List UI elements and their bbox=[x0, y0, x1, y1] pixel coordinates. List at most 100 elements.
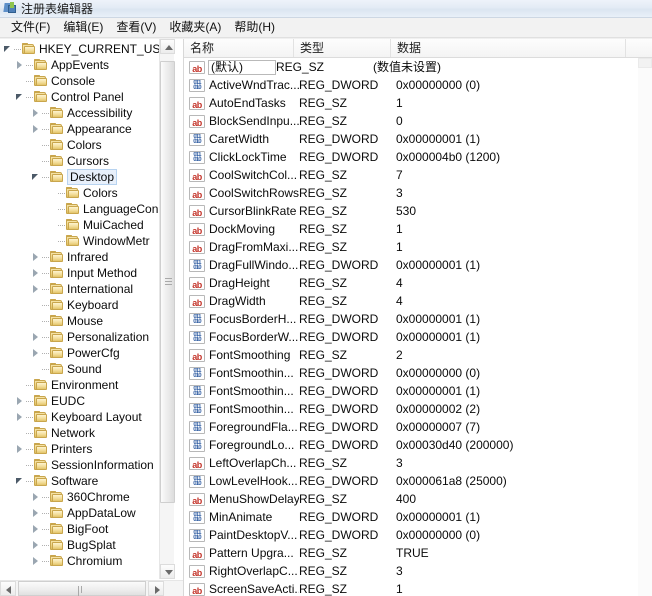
tree-item-languagecon[interactable]: LanguageCon bbox=[0, 201, 168, 217]
value-row[interactable]: 011 010 FocusBorderW... REG_DWORD 0x00000001… bbox=[184, 328, 652, 346]
tree-item-appdatalow[interactable]: AppDataLow bbox=[0, 505, 168, 521]
tree-item-sessioninformation[interactable]: SessionInformation bbox=[0, 457, 168, 473]
value-row[interactable]: ab ScreenSaveActi... REG_SZ 1 bbox=[184, 580, 652, 596]
value-row[interactable]: 011 010 FontSmoothin... REG_DWORD 0x00000002… bbox=[184, 400, 652, 418]
value-row[interactable]: 011 010 FontSmoothin... REG_DWORD 0x00000000… bbox=[184, 364, 652, 382]
value-row[interactable]: ab RightOverlapC... REG_SZ 3 bbox=[184, 562, 652, 580]
expand-triangle-icon[interactable] bbox=[30, 105, 42, 121]
collapse-triangle-icon[interactable] bbox=[14, 89, 26, 105]
tree-item-chromium[interactable]: Chromium bbox=[0, 553, 168, 569]
menu-file[interactable]: 文件(F) bbox=[6, 19, 58, 36]
expand-triangle-icon[interactable] bbox=[30, 281, 42, 297]
tree-item-360chrome[interactable]: 360Chrome bbox=[0, 489, 168, 505]
expand-triangle-icon[interactable] bbox=[30, 537, 42, 553]
values-list[interactable]: ab (默认) REG_SZ (数值未设置) 011 010 ActiveWndTrac..… bbox=[184, 58, 652, 596]
column-header-data[interactable]: 数据 bbox=[391, 39, 626, 57]
tree-item-software[interactable]: Software bbox=[0, 473, 168, 489]
value-row[interactable]: 011 010 FontSmoothin... REG_DWORD 0x00000001… bbox=[184, 382, 652, 400]
value-row[interactable]: 011 010 ClickLockTime REG_DWORD 0x000004b0 (… bbox=[184, 148, 652, 166]
value-row[interactable]: ab FontSmoothing REG_SZ 2 bbox=[184, 346, 652, 364]
values-vertical-scrollbar[interactable] bbox=[638, 58, 652, 596]
expand-triangle-icon[interactable] bbox=[30, 489, 42, 505]
value-row[interactable]: ab CoolSwitchRows REG_SZ 3 bbox=[184, 184, 652, 202]
tree-item-sound[interactable]: Sound bbox=[0, 361, 168, 377]
value-row[interactable]: ab MenuShowDelay REG_SZ 400 bbox=[184, 490, 652, 508]
menu-edit[interactable]: 编辑(E) bbox=[58, 19, 111, 36]
menu-view[interactable]: 查看(V) bbox=[111, 19, 164, 36]
expand-triangle-icon[interactable] bbox=[30, 121, 42, 137]
tree-item-keyboard[interactable]: Keyboard bbox=[0, 297, 168, 313]
expand-triangle-icon[interactable] bbox=[14, 57, 26, 73]
expand-triangle-icon[interactable] bbox=[14, 441, 26, 457]
expand-triangle-icon[interactable] bbox=[30, 345, 42, 361]
expand-triangle-icon[interactable] bbox=[14, 409, 26, 425]
expand-triangle-icon[interactable] bbox=[30, 553, 42, 569]
menu-help[interactable]: 帮助(H) bbox=[229, 19, 283, 36]
tree-item-network[interactable]: Network bbox=[0, 425, 168, 441]
expand-triangle-icon[interactable] bbox=[30, 265, 42, 281]
expand-triangle-icon[interactable] bbox=[30, 249, 42, 265]
tree-item-appevents[interactable]: AppEvents bbox=[0, 57, 168, 73]
tree-item-cursors[interactable]: Cursors bbox=[0, 153, 168, 169]
tree-item-accessibility[interactable]: Accessibility bbox=[0, 105, 168, 121]
value-row[interactable]: ab BlockSendInpu... REG_SZ 0 bbox=[184, 112, 652, 130]
column-header-type[interactable]: 类型 bbox=[294, 39, 391, 57]
value-row[interactable]: ab LeftOverlapCh... REG_SZ 3 bbox=[184, 454, 652, 472]
value-row[interactable]: ab CursorBlinkRate REG_SZ 530 bbox=[184, 202, 652, 220]
tree-item-powercfg[interactable]: PowerCfg bbox=[0, 345, 168, 361]
value-row[interactable]: ab Pattern Upgra... REG_SZ TRUE bbox=[184, 544, 652, 562]
tree-scroll-left-button[interactable] bbox=[0, 581, 16, 596]
tree-item-eudc[interactable]: EUDC bbox=[0, 393, 168, 409]
value-row[interactable]: 011 010 DragFullWindo... REG_DWORD 0x0000000… bbox=[184, 256, 652, 274]
registry-tree[interactable]: HKEY_CURRENT_USER AppEvents Console Control… bbox=[0, 39, 168, 579]
tree-item-colors[interactable]: Colors bbox=[0, 137, 168, 153]
tree-item-infrared[interactable]: Infrared bbox=[0, 249, 168, 265]
value-row[interactable]: 011 010 ForegroundFla... REG_DWORD 0x0000000… bbox=[184, 418, 652, 436]
tree-item-printers[interactable]: Printers bbox=[0, 441, 168, 457]
tree-item-desktop[interactable]: Desktop bbox=[0, 169, 168, 185]
tree-vertical-scroll-thumb[interactable] bbox=[160, 61, 175, 503]
tree-scroll-right-button[interactable] bbox=[148, 581, 164, 596]
tree-scroll-down-button[interactable] bbox=[160, 564, 175, 579]
tree-item-console[interactable]: Console bbox=[0, 73, 168, 89]
value-row[interactable]: ab DockMoving REG_SZ 1 bbox=[184, 220, 652, 238]
expand-triangle-icon[interactable] bbox=[30, 505, 42, 521]
value-row[interactable]: ab DragFromMaxi... REG_SZ 1 bbox=[184, 238, 652, 256]
value-row[interactable]: 011 010 CaretWidth REG_DWORD 0x00000001 (1) bbox=[184, 130, 652, 148]
tree-item-mouse[interactable]: Mouse bbox=[0, 313, 168, 329]
collapse-triangle-icon[interactable] bbox=[14, 473, 26, 489]
tree-item-environment[interactable]: Environment bbox=[0, 377, 168, 393]
tree-scroll-up-button[interactable] bbox=[160, 39, 175, 54]
value-row[interactable]: ab (默认) REG_SZ (数值未设置) bbox=[184, 58, 652, 76]
tree-item-colors[interactable]: Colors bbox=[0, 185, 168, 201]
tree-horizontal-scrollbar[interactable] bbox=[0, 580, 183, 596]
value-row[interactable]: ab DragWidth REG_SZ 4 bbox=[184, 292, 652, 310]
tree-item-windowmetr[interactable]: WindowMetr bbox=[0, 233, 168, 249]
value-row[interactable]: 011 010 FocusBorderH... REG_DWORD 0x00000001… bbox=[184, 310, 652, 328]
value-row[interactable]: ab DragHeight REG_SZ 4 bbox=[184, 274, 652, 292]
value-row[interactable]: ab AutoEndTasks REG_SZ 1 bbox=[184, 94, 652, 112]
menu-favorites[interactable]: 收藏夹(A) bbox=[164, 19, 229, 36]
expand-triangle-icon[interactable] bbox=[30, 329, 42, 345]
value-row[interactable]: 011 010 MinAnimate REG_DWORD 0x00000001 (1) bbox=[184, 508, 652, 526]
value-row[interactable]: 011 010 PaintDesktopV... REG_DWORD 0x0000000… bbox=[184, 526, 652, 544]
tree-horizontal-scroll-thumb[interactable] bbox=[18, 581, 146, 596]
tree-item-hkey-current-user[interactable]: HKEY_CURRENT_USER bbox=[0, 41, 168, 57]
expand-triangle-icon[interactable] bbox=[14, 393, 26, 409]
tree-item-input-method[interactable]: Input Method bbox=[0, 265, 168, 281]
values-scroll-thumb[interactable] bbox=[638, 58, 652, 68]
value-row[interactable]: 011 010 ForegroundLo... REG_DWORD 0x00030d40… bbox=[184, 436, 652, 454]
tree-item-bigfoot[interactable]: BigFoot bbox=[0, 521, 168, 537]
tree-item-bugsplat[interactable]: BugSplat bbox=[0, 537, 168, 553]
expand-triangle-icon[interactable] bbox=[30, 521, 42, 537]
tree-item-control-panel[interactable]: Control Panel bbox=[0, 89, 168, 105]
tree-item-personalization[interactable]: Personalization bbox=[0, 329, 168, 345]
collapse-triangle-icon[interactable] bbox=[2, 41, 14, 57]
tree-item-appearance[interactable]: Appearance bbox=[0, 121, 168, 137]
value-row[interactable]: 011 010 ActiveWndTrac... REG_DWORD 0x0000000… bbox=[184, 76, 652, 94]
collapse-triangle-icon[interactable] bbox=[30, 169, 42, 185]
value-row[interactable]: 011 010 LowLevelHook... REG_DWORD 0x000061a8… bbox=[184, 472, 652, 490]
tree-item-muicached[interactable]: MuiCached bbox=[0, 217, 168, 233]
tree-item-keyboard-layout[interactable]: Keyboard Layout bbox=[0, 409, 168, 425]
column-header-name[interactable]: 名称 bbox=[184, 39, 294, 57]
